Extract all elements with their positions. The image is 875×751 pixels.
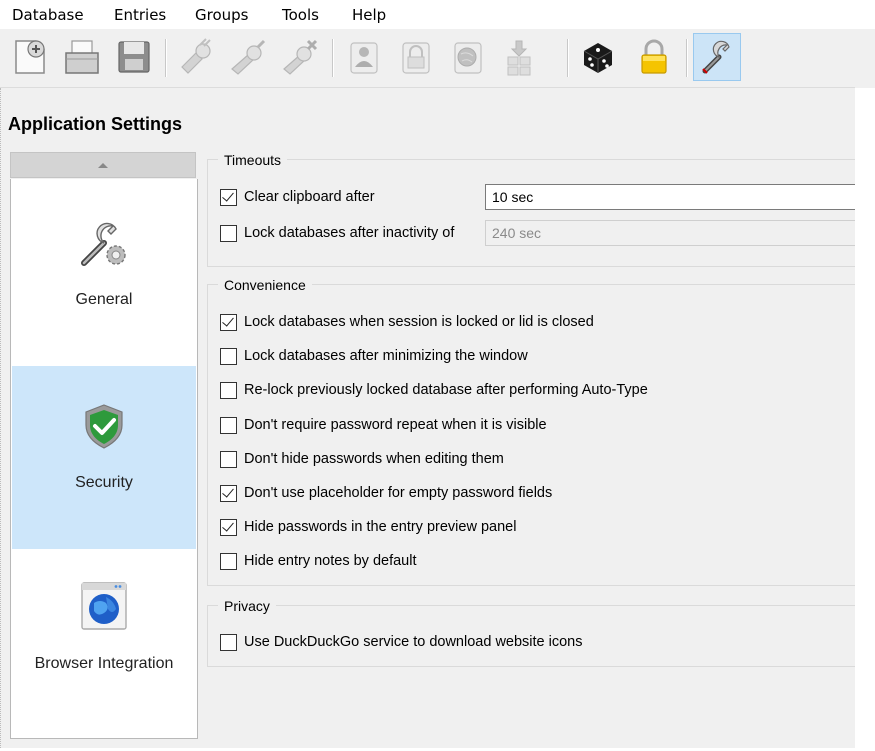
lock-inactivity-checkbox[interactable]: Lock databases after inactivity of: [220, 223, 454, 243]
save-database-icon: [118, 41, 150, 73]
delete-entry-icon: [283, 39, 318, 75]
checkbox-checked[interactable]: [220, 313, 237, 331]
open-database-icon: [65, 40, 99, 74]
copy-username-icon: [350, 42, 378, 74]
window-edge-right: [855, 88, 875, 751]
shield-check-icon: [74, 396, 134, 456]
open-url-button[interactable]: [443, 33, 491, 81]
privacy-option[interactable]: Use DuckDuckGo service to download websi…: [220, 632, 582, 652]
category-label: Security: [75, 474, 133, 491]
option-label: Hide passwords in the entry preview pane…: [244, 519, 517, 535]
checkbox-checked[interactable]: [220, 484, 237, 502]
checkbox-unchecked[interactable]: [220, 552, 237, 570]
timeouts-group: Timeouts Clear clipboard after 10 sec Lo…: [207, 151, 865, 267]
chevron-up-icon: [98, 162, 108, 168]
globe-window-icon: [74, 577, 134, 637]
convenience-option[interactable]: Lock databases after minimizing the wind…: [220, 346, 528, 366]
convenience-option[interactable]: Don't hide passwords when editing them: [220, 449, 504, 469]
checkbox-checked[interactable]: [220, 188, 237, 206]
lock-databases-button[interactable]: [630, 33, 678, 81]
checkbox-unchecked[interactable]: [220, 224, 237, 242]
timeouts-title: Timeouts: [218, 151, 288, 169]
category-label: Browser Integration: [34, 655, 174, 672]
add-entry-button[interactable]: [172, 33, 220, 81]
edit-entry-icon: [231, 39, 266, 75]
category-browser-integration[interactable]: Browser Integration: [12, 549, 196, 732]
menu-groups[interactable]: Groups: [195, 5, 248, 25]
clear-clipboard-spinbox[interactable]: 10 sec: [485, 184, 865, 210]
save-database-button[interactable]: [110, 33, 158, 81]
toolbar: [0, 29, 855, 88]
category-general[interactable]: General: [12, 183, 196, 366]
menu-database[interactable]: Database: [12, 5, 84, 25]
option-label: Lock databases after minimizing the wind…: [244, 348, 528, 364]
option-label: Lock databases when session is locked or…: [244, 314, 594, 330]
auto-type-icon: [507, 40, 531, 76]
checkbox-unchecked[interactable]: [220, 633, 237, 651]
option-label: Don't require password repeat when it is…: [244, 417, 547, 433]
lock-databases-icon: [641, 39, 667, 74]
category-security[interactable]: Security: [12, 366, 196, 549]
copy-password-button[interactable]: [391, 33, 439, 81]
convenience-title: Convenience: [218, 276, 312, 294]
new-database-icon: [15, 40, 45, 74]
password-generator-icon: [583, 43, 613, 73]
option-label: Use DuckDuckGo service to download websi…: [244, 634, 583, 650]
wrench-gear-icon: [74, 213, 134, 273]
copy-username-button[interactable]: [339, 33, 387, 81]
lock-inactivity-label: Lock databases after inactivity of: [244, 225, 455, 241]
password-generator-button[interactable]: [574, 33, 622, 81]
checkbox-unchecked[interactable]: [220, 381, 237, 399]
option-label: Don't use placeholder for empty password…: [244, 485, 553, 501]
convenience-option[interactable]: Lock databases when session is locked or…: [220, 312, 594, 332]
window-edge: [0, 88, 4, 748]
clear-clipboard-label: Clear clipboard after: [244, 189, 375, 205]
add-entry-icon: [181, 38, 211, 74]
settings-icon: [702, 40, 730, 74]
checkbox-unchecked[interactable]: [220, 416, 237, 434]
copy-password-icon: [402, 42, 430, 74]
convenience-option[interactable]: Hide entry notes by default: [220, 551, 417, 571]
privacy-group: Privacy Use DuckDuckGo service to downlo…: [207, 597, 855, 667]
convenience-option[interactable]: Re-lock previously locked database after…: [220, 380, 648, 400]
option-label: Re-lock previously locked database after…: [244, 382, 648, 398]
new-database-button[interactable]: [6, 33, 54, 81]
category-scroll-up-button[interactable]: [10, 152, 196, 178]
convenience-option[interactable]: Hide passwords in the entry preview pane…: [220, 517, 516, 537]
checkbox-unchecked[interactable]: [220, 347, 237, 365]
checkbox-checked[interactable]: [220, 518, 237, 536]
menu-help[interactable]: Help: [352, 5, 386, 25]
convenience-group: Convenience Lock databases when session …: [207, 276, 855, 586]
category-label: General: [75, 291, 133, 308]
open-database-button[interactable]: [58, 33, 106, 81]
toolbar-separator: [165, 39, 167, 77]
option-label: Don't hide passwords when editing them: [244, 451, 504, 467]
privacy-title: Privacy: [218, 597, 276, 615]
delete-entry-button[interactable]: [276, 33, 324, 81]
auto-type-button[interactable]: [495, 33, 543, 81]
convenience-option[interactable]: Don't require password repeat when it is…: [220, 415, 547, 435]
toolbar-separator: [332, 39, 334, 77]
edit-entry-button[interactable]: [224, 33, 272, 81]
open-url-icon: [454, 42, 482, 74]
clear-clipboard-checkbox[interactable]: Clear clipboard after: [220, 187, 375, 207]
lock-inactivity-spinbox[interactable]: 240 sec: [485, 220, 865, 246]
category-list: General Security Browser Integration: [10, 179, 198, 739]
menubar: Database Entries Groups Tools Help: [0, 0, 875, 29]
settings-button[interactable]: [693, 33, 741, 81]
menu-tools[interactable]: Tools: [282, 5, 319, 25]
toolbar-separator: [567, 39, 569, 77]
page-title: Application Settings: [8, 114, 183, 134]
menu-entries[interactable]: Entries: [114, 5, 166, 25]
toolbar-separator: [686, 39, 688, 77]
checkbox-unchecked[interactable]: [220, 450, 237, 468]
convenience-option[interactable]: Don't use placeholder for empty password…: [220, 483, 552, 503]
option-label: Hide entry notes by default: [244, 553, 417, 569]
